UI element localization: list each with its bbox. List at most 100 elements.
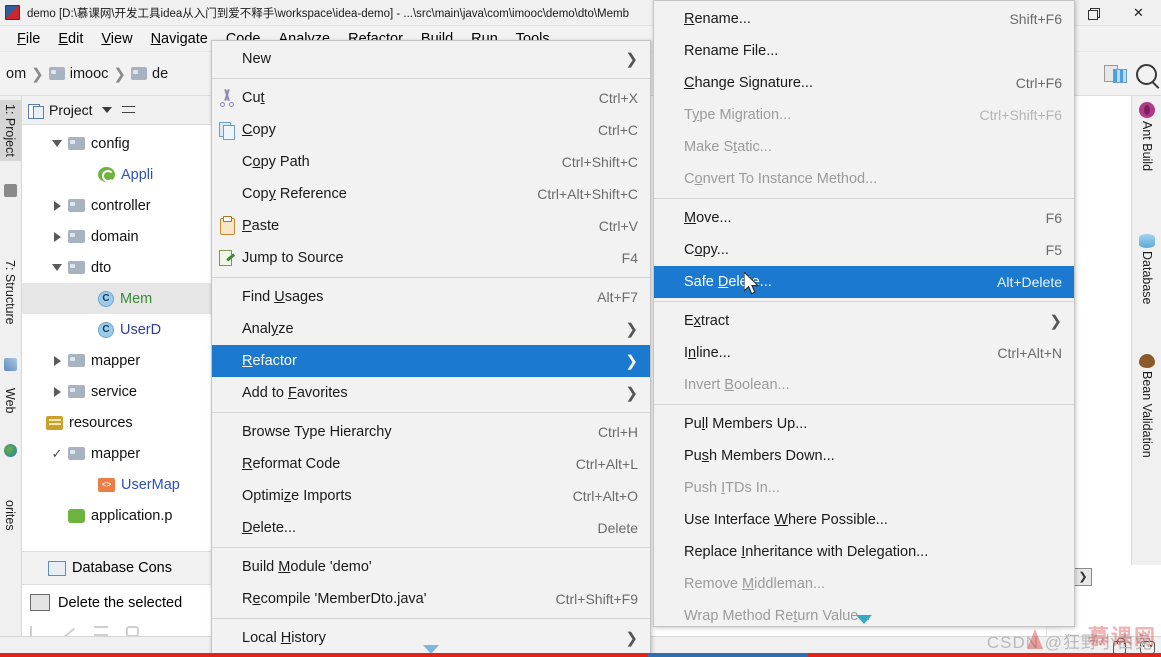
menu-item-cut[interactable]: Cut Ctrl+X — [212, 82, 650, 114]
tree-item-usermapper-xml[interactable]: <> UserMap — [22, 469, 214, 500]
tree-item-application-properties[interactable]: application.p — [22, 500, 214, 531]
menu-item-rename-file[interactable]: Rename File... — [654, 35, 1074, 67]
tree-item-userdto[interactable]: C UserD — [22, 314, 214, 345]
search-icon[interactable] — [1136, 63, 1157, 85]
menu-item-browse-type-hierarchy[interactable]: Browse Type Hierarchy Ctrl+H — [212, 416, 650, 448]
breadcrumb-item-de[interactable]: de — [131, 66, 168, 82]
folder-icon — [68, 230, 85, 243]
tree-item-mapper[interactable]: mapper — [22, 345, 214, 376]
menu-item-copy-reference[interactable]: Copy Reference Ctrl+Alt+Shift+C — [212, 178, 650, 210]
menu-item-build-module[interactable]: Build Module 'demo' — [212, 551, 650, 583]
menu-item-refactor[interactable]: Refactor ❯ — [212, 345, 650, 377]
tree-item-dto[interactable]: dto — [22, 252, 214, 283]
menu-item-make-static: Make Static... — [684, 139, 772, 155]
jump-to-source-icon — [218, 249, 236, 267]
breadcrumb-item-om[interactable]: om — [6, 66, 26, 82]
ant-icon — [1139, 102, 1155, 118]
sidebar-item-structure[interactable]: 7: Structure — [0, 256, 21, 329]
properties-file-icon — [68, 508, 85, 523]
menu-item-paste[interactable]: Paste Ctrl+V — [212, 210, 650, 242]
tree-item-label: UserMap — [121, 476, 180, 493]
menu-item-recompile[interactable]: Recompile 'MemberDto.java' Ctrl+Shift+F9 — [212, 583, 650, 615]
panel-bottom-toolbar — [30, 626, 139, 636]
menu-item-optimize-imports[interactable]: Optimize Imports Ctrl+Alt+O — [212, 480, 650, 512]
menu-item-accelerator: Ctrl+C — [597, 122, 638, 138]
menu-item-push-members-down[interactable]: Push Members Down... — [654, 440, 1074, 472]
sidebar-item-bean-validation[interactable]: Bean Validation — [1132, 354, 1161, 458]
sidebar-item-favorites[interactable]: orites — [0, 496, 21, 535]
tree-item-label: service — [91, 383, 137, 400]
menu-item-analyze[interactable]: Analyze ❯ — [212, 313, 650, 345]
status-hint-label: Delete the selected — [58, 594, 183, 611]
menu-item-reformat-code[interactable]: Reformat Code Ctrl+Alt+L — [212, 448, 650, 480]
menubar-item-edit[interactable]: Edit — [49, 30, 92, 48]
lock-icon[interactable] — [1113, 637, 1126, 654]
paste-icon — [218, 216, 236, 235]
tree-item-label: dto — [91, 259, 112, 276]
tree-item-label: Appli — [121, 166, 154, 183]
menu-item-find-usages[interactable]: Find Usages Alt+F7 — [212, 281, 650, 313]
twisty-collapsed[interactable] — [46, 200, 68, 211]
tree-item-resources-mapper[interactable]: ✓ mapper — [22, 438, 214, 469]
tree-item-service[interactable]: service — [22, 376, 214, 407]
menu-item-copy[interactable]: Copy... F5 — [654, 234, 1074, 266]
menu-item-inline[interactable]: Inline... Ctrl+Alt+N — [654, 337, 1074, 369]
menu-item-extract[interactable]: Extract ❯ — [654, 305, 1074, 337]
scroll-down-arrow[interactable] — [856, 615, 872, 624]
breadcrumb-item-imooc[interactable]: imooc — [48, 66, 108, 82]
intellij-idea-icon — [5, 5, 20, 20]
chevron-right-icon: ❯ — [625, 353, 638, 370]
edit-icon[interactable] — [62, 627, 76, 636]
sidebar-item-database[interactable]: Database — [1132, 234, 1161, 305]
restore-button[interactable] — [1071, 0, 1116, 26]
sidebar-item-project[interactable]: 1: Project — [0, 100, 21, 161]
twisty-collapsed[interactable] — [46, 355, 68, 366]
tree-item-memberdto[interactable]: C Mem — [22, 283, 214, 314]
menu-item-delete[interactable]: Delete... Delete — [212, 512, 650, 544]
tree-item-application[interactable]: Appli — [22, 159, 214, 190]
close-button[interactable]: ✕ — [1116, 0, 1161, 26]
list-icon[interactable] — [94, 626, 108, 636]
menu-item-change-signature[interactable]: Change Signature... Ctrl+F6 — [654, 67, 1074, 99]
twisty-expanded[interactable] — [46, 140, 68, 147]
comment-icon[interactable] — [126, 626, 139, 636]
menu-item-copy[interactable]: Copy Ctrl+C — [212, 114, 650, 146]
menu-item-accelerator: Ctrl+Alt+N — [997, 345, 1062, 361]
tree-item-domain[interactable]: domain — [22, 221, 214, 252]
database-console-row[interactable]: Database Cons — [22, 551, 214, 584]
menu-item-label: Rename File... — [684, 43, 779, 59]
tree-item-resources[interactable]: resources — [22, 407, 214, 438]
twisty-collapsed[interactable] — [46, 386, 68, 397]
menu-item-pull-members-up[interactable]: Pull Members Up... — [654, 408, 1074, 440]
menubar-item-view[interactable]: View — [92, 30, 141, 48]
menu-item-move[interactable]: Move... F6 — [654, 202, 1074, 234]
file-context-menu: New ❯ Cut Ctrl+X Copy Ctrl+C Copy Path C… — [211, 40, 651, 657]
expand-panel-icon[interactable]: ❯ — [1074, 568, 1092, 586]
tree-item-config[interactable]: config — [22, 128, 214, 159]
face-icon[interactable] — [1140, 640, 1155, 654]
menubar-item-file[interactable]: File — [8, 30, 49, 48]
menubar-item-navigate[interactable]: Navigate — [142, 30, 217, 48]
twisty-expanded[interactable] — [46, 264, 68, 271]
menu-item-use-interface-where-possible[interactable]: Use Interface Where Possible... — [654, 504, 1074, 536]
menu-item-safe-delete[interactable]: Safe Delete... Alt+Delete — [654, 266, 1074, 298]
undo-icon[interactable] — [30, 626, 44, 636]
menu-item-add-to-favorites[interactable]: Add to Favorites ❯ — [212, 377, 650, 409]
copy-icon — [218, 121, 236, 140]
twisty-collapsed[interactable] — [46, 231, 68, 242]
menu-item-accelerator: Ctrl+Alt+Shift+C — [537, 186, 638, 202]
menu-item-replace-inheritance-with-delegation[interactable]: Replace Inheritance with Delegation... — [654, 536, 1074, 568]
collapse-all-icon[interactable] — [121, 104, 135, 117]
sidebar-item-ant-build[interactable]: Ant Build — [1132, 102, 1161, 171]
menu-item-jump-to-source[interactable]: Jump to Source F4 — [212, 242, 650, 274]
menu-item-accelerator: Ctrl+H — [597, 424, 638, 440]
menu-item-rename[interactable]: Rename... Shift+F6 — [654, 3, 1074, 35]
tree-item-controller[interactable]: controller — [22, 190, 214, 221]
menubar-label: ile — [25, 30, 41, 47]
menu-item-accelerator: Shift+F6 — [1009, 11, 1062, 27]
menu-item-new[interactable]: New ❯ — [212, 43, 650, 75]
database-table-icon[interactable] — [1104, 64, 1127, 84]
menu-item-copy-path[interactable]: Copy Path Ctrl+Shift+C — [212, 146, 650, 178]
sidebar-item-web[interactable]: Web — [0, 384, 21, 417]
chevron-down-icon[interactable] — [101, 107, 112, 113]
